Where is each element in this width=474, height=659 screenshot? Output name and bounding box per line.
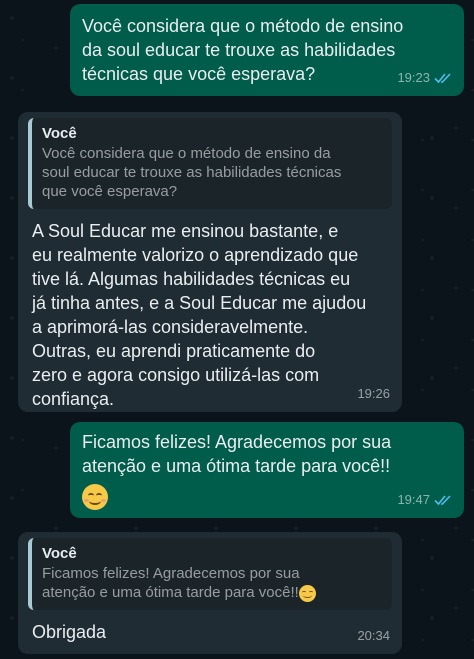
message-time: 19:23	[397, 70, 430, 85]
quote-author: Você	[42, 125, 77, 142]
message-text: Ficamos felizes! Agradecemos por sua ate…	[82, 432, 392, 476]
message-meta: 19:47	[397, 488, 452, 512]
message-time: 19:26	[357, 386, 390, 401]
message-time: 20:34	[357, 628, 390, 643]
quote-text-wrap: Ficamos felizes! Agradecemos por sua ate…	[42, 564, 382, 602]
quote-text: Você considera que o método de ensino da…	[42, 145, 342, 200]
read-ticks-icon	[434, 495, 451, 506]
incoming-message[interactable]: Você Ficamos felizes! Agradecemos por su…	[18, 532, 402, 654]
message-meta: 19:23	[397, 66, 452, 90]
outgoing-message[interactable]: Ficamos felizes! Agradecemos por sua ate…	[70, 422, 464, 518]
message-text: A Soul Educar me ensinou bastante, e eu …	[32, 221, 367, 409]
read-ticks-icon	[434, 73, 451, 84]
smiling-face-emoji-icon	[82, 484, 108, 511]
message-meta: 19:26	[357, 382, 390, 406]
quoted-message[interactable]: Você Ficamos felizes! Agradecemos por su…	[28, 538, 392, 610]
message-text: Obrigada	[32, 622, 107, 642]
quote-text: Ficamos felizes! Agradecemos por sua ate…	[42, 565, 300, 601]
quote-author: Você	[42, 545, 77, 562]
outgoing-message[interactable]: Você considera que o método de ensino da…	[70, 4, 464, 96]
quoted-message[interactable]: Você Você considera que o método de ensi…	[28, 118, 392, 209]
smiling-face-emoji-icon	[298, 584, 316, 602]
message-meta: 20:34	[357, 624, 390, 648]
message-time: 19:47	[397, 492, 430, 507]
incoming-message[interactable]: Você Você considera que o método de ensi…	[18, 112, 402, 412]
